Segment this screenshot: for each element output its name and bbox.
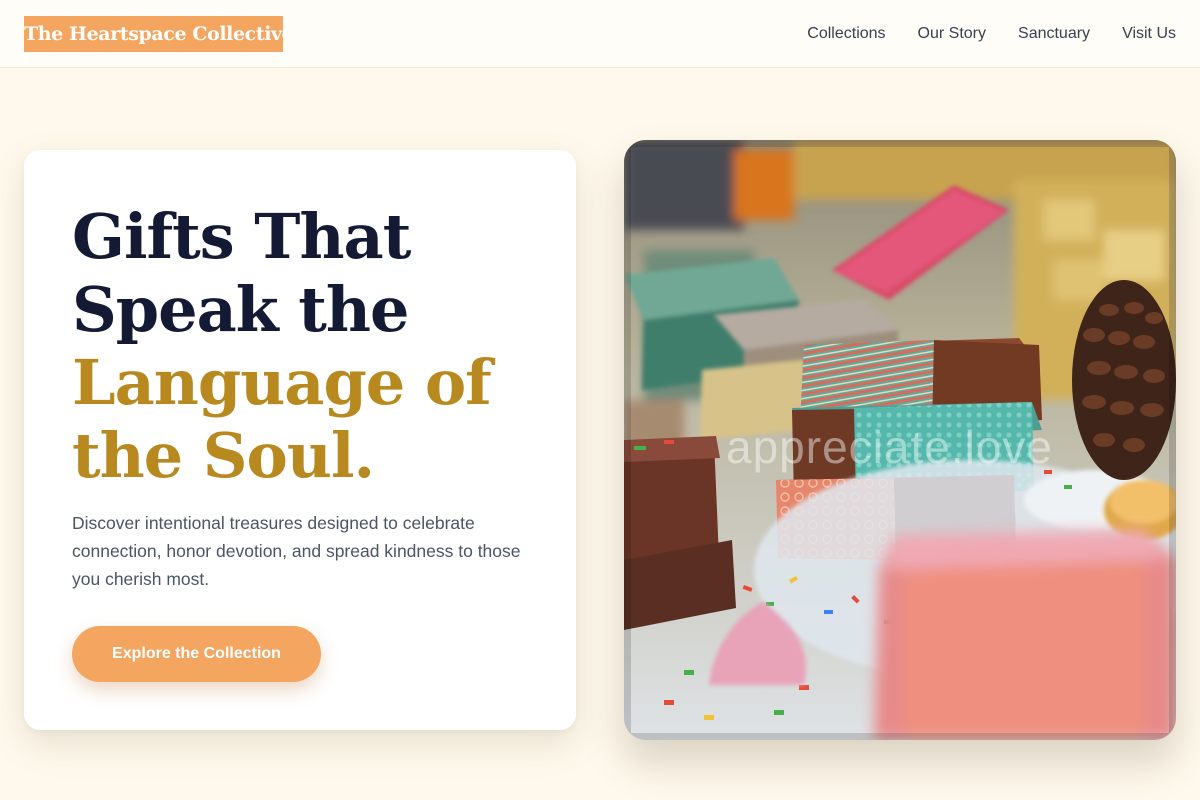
headline-accent-line-1: Language of (72, 346, 492, 419)
hero-product-photo: appreciate.love (624, 140, 1176, 740)
headline-line-1: Gifts That (72, 200, 411, 273)
nav-link-visit-us[interactable]: Visit Us (1122, 22, 1176, 46)
hero-card: Gifts That Speak the Language of the Sou… (24, 150, 576, 730)
headline-line-2: Speak the (72, 273, 409, 346)
hero-description: Discover intentional treasures designed … (72, 513, 521, 589)
nav-link-sanctuary[interactable]: Sanctuary (1018, 22, 1090, 46)
brand-logo[interactable]: The Heartspace Collective (24, 16, 283, 52)
explore-collection-button[interactable]: Explore the Collection (72, 626, 321, 682)
site-header: The Heartspace Collective Collections Ou… (0, 0, 1200, 68)
headline-accent-line-2: the Soul. (72, 419, 375, 492)
nav-link-collections[interactable]: Collections (807, 22, 885, 46)
pink-soap-foreground (874, 530, 1176, 740)
photo-watermark: appreciate.love (726, 421, 1053, 473)
pine-cone (1072, 280, 1176, 480)
hero-headline: Gifts That Speak the Language of the Sou… (72, 200, 542, 492)
nav-link-our-story[interactable]: Our Story (918, 22, 986, 46)
main-nav: Collections Our Story Sanctuary Visit Us (807, 22, 1176, 46)
